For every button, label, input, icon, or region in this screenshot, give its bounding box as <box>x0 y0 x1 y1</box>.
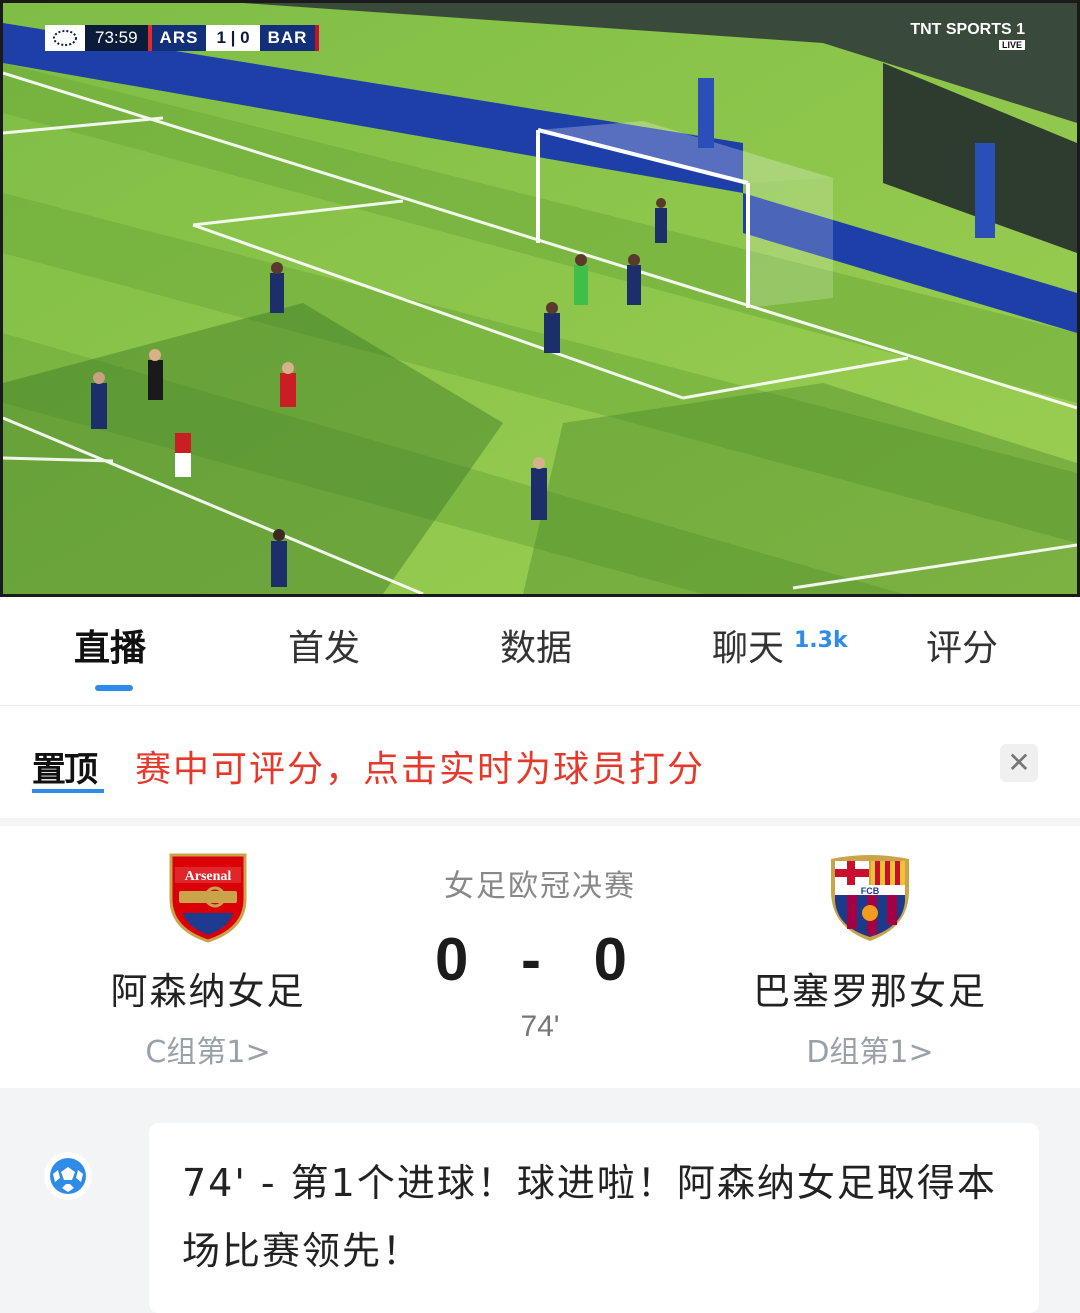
arsenal-crest-icon: Arsenal <box>169 853 247 943</box>
away-team-name: 巴塞罗那女足 <box>753 970 987 1013</box>
match-score: 0 - 0 <box>434 926 646 993</box>
broadcaster-name: TNT SPORTS 1 <box>910 21 1025 38</box>
scorebug: 73:59 ARS 1 | 0 BAR <box>45 25 320 51</box>
pinned-label: 置顶 <box>32 742 104 793</box>
home-abbr: ARS <box>147 25 207 51</box>
away-abbr: BAR <box>259 25 320 51</box>
broadcaster-logo: TNT SPORTS 1 LIVE <box>910 21 1025 50</box>
tab-lineup[interactable]: 首发 <box>288 627 360 671</box>
barcelona-crest-label: FCB <box>861 886 880 896</box>
pinned-label-underline <box>32 789 104 793</box>
event-card[interactable]: 74' - 第1个进球！球进啦！阿森纳女足取得本场比赛领先！ <box>149 1123 1039 1313</box>
tab-stats[interactable]: 数据 <box>500 627 572 671</box>
video-player[interactable]: 73:59 ARS 1 | 0 BAR TNT SPORTS 1 LIVE <box>0 0 1080 597</box>
competition-logo-icon <box>45 25 85 51</box>
match-video-frame <box>3 3 1077 594</box>
event-text: 74' - 第1个进球！球进啦！阿森纳女足取得本场比赛领先！ <box>182 1161 997 1273</box>
active-tab-indicator <box>95 685 133 691</box>
away-team[interactable]: FCB 巴塞罗那女足 D组第1> <box>720 851 1020 1071</box>
soccer-ball-icon <box>44 1152 92 1200</box>
competition-name: 女足欧冠决赛 <box>444 869 636 904</box>
away-team-group[interactable]: D组第1> <box>720 1027 1020 1071</box>
pinned-notice[interactable]: 置顶 赛中可评分，点击实时为球员打分 ✕ <box>0 706 1080 818</box>
barcelona-crest-icon: FCB <box>831 855 909 941</box>
match-summary: Arsenal 阿森纳女足 C组第1> 女足欧冠决赛 0 - 0 74' FCB <box>0 826 1080 1088</box>
tab-live[interactable]: 直播 <box>74 627 146 671</box>
match-clock: 73:59 <box>85 25 148 51</box>
chat-count-badge: 1.3k <box>794 628 848 653</box>
tab-ratings[interactable]: 评分 <box>926 627 998 671</box>
home-team-group[interactable]: C组第1> <box>58 1027 358 1071</box>
match-center: 女足欧冠决赛 0 - 0 74' <box>390 861 690 1044</box>
home-team-name: 阿森纳女足 <box>110 970 306 1013</box>
away-score: 0 <box>240 28 250 47</box>
home-score: 1 <box>216 28 226 47</box>
tab-chat-label: 聊天 <box>712 628 785 669</box>
pinned-label-text: 置顶 <box>32 750 98 790</box>
close-icon[interactable]: ✕ <box>1000 744 1038 782</box>
scorebug-score: 1 | 0 <box>206 25 260 51</box>
notice-text[interactable]: 赛中可评分，点击实时为球员打分 <box>135 740 705 792</box>
live-feed: 74' - 第1个进球！球进啦！阿森纳女足取得本场比赛领先！ <box>0 1088 1080 1313</box>
match-minute: 74' <box>520 1010 560 1043</box>
tab-bar: 直播 首发 数据 聊天 1.3k 评分 <box>0 597 1080 706</box>
home-team[interactable]: Arsenal 阿森纳女足 C组第1> <box>58 851 358 1071</box>
tab-chat[interactable]: 聊天 1.3k <box>712 627 848 671</box>
arsenal-crest-label: Arsenal <box>185 869 232 884</box>
live-badge: LIVE <box>998 40 1025 50</box>
